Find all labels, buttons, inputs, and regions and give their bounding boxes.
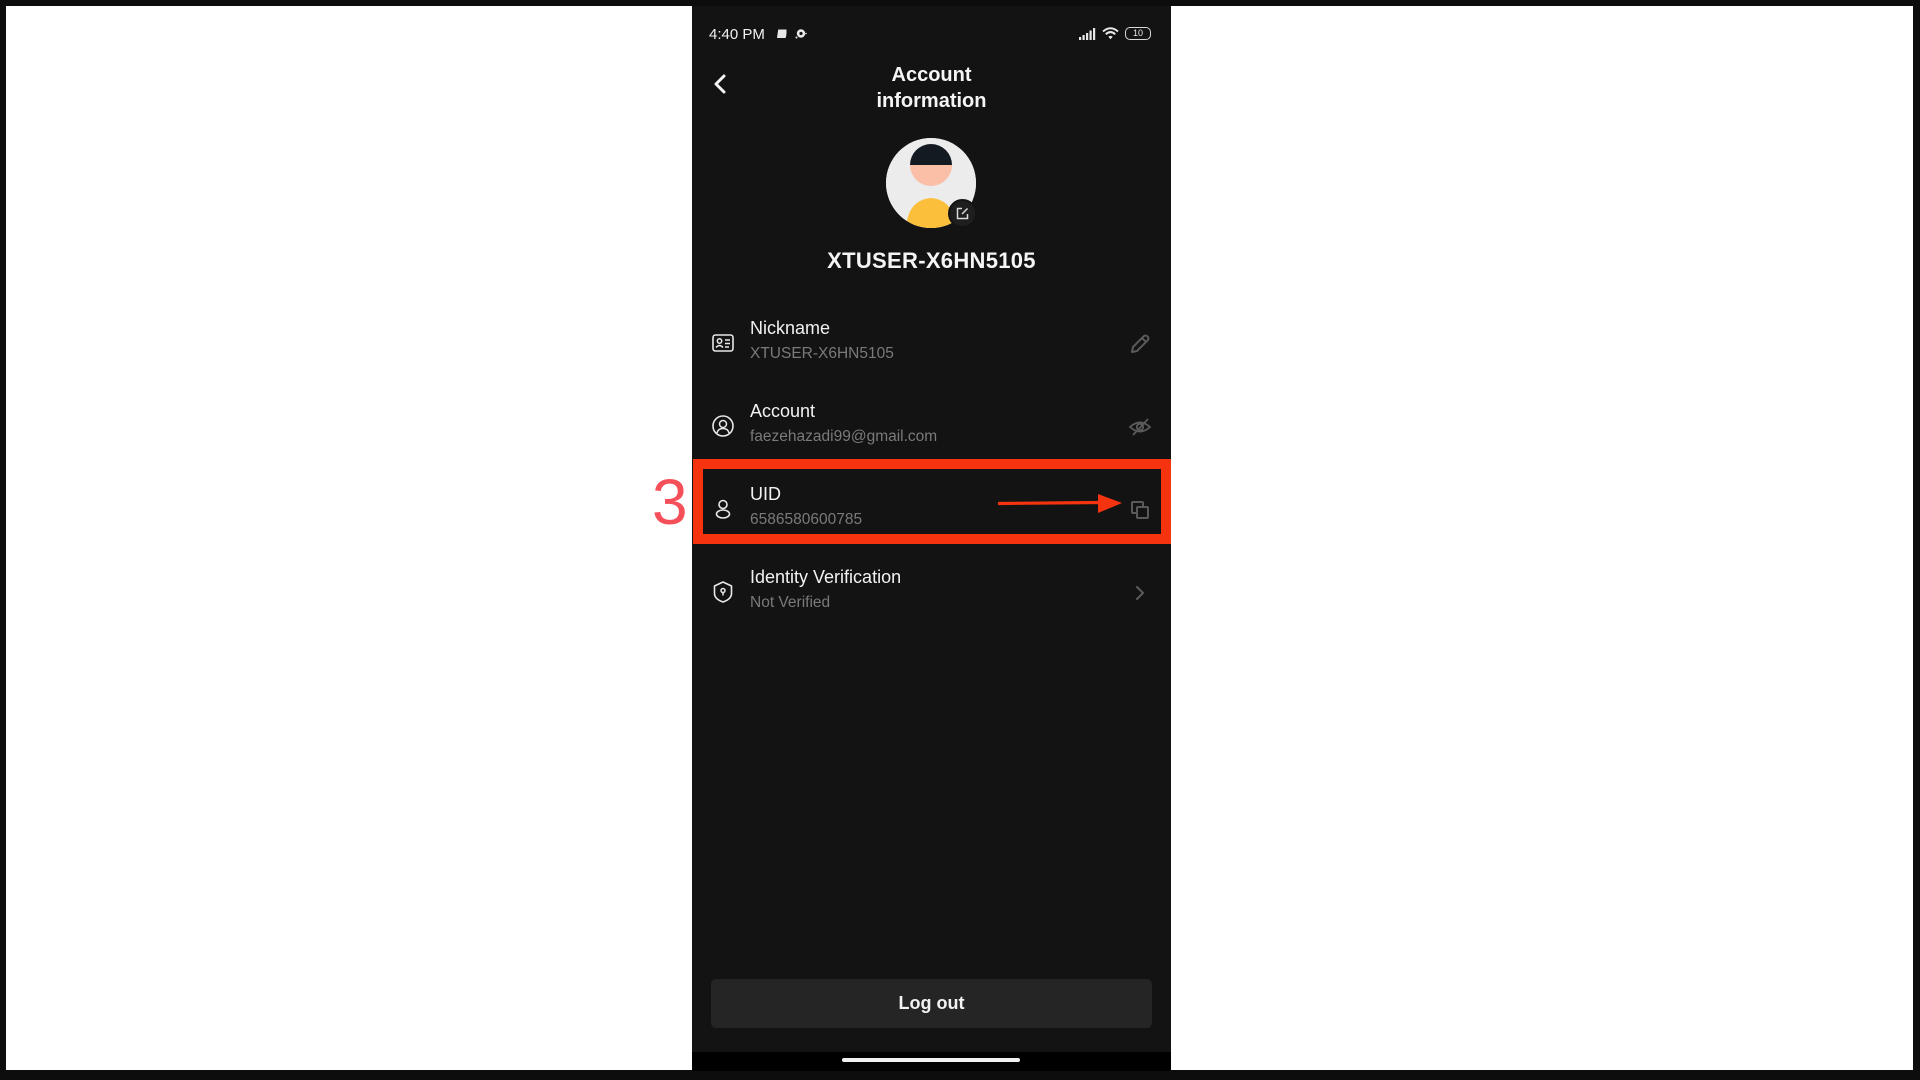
status-right-group: 10 (1079, 27, 1151, 40)
home-indicator[interactable] (842, 1058, 1020, 1062)
row-title: Identity Verification (750, 567, 902, 587)
row-identity-verification[interactable]: Identity Verification Not Verified (692, 554, 1171, 630)
eye-off-icon (1128, 418, 1152, 436)
row-title: Account (750, 401, 816, 421)
edit-icon (956, 207, 969, 220)
wifi-icon (1102, 27, 1119, 40)
shield-icon (713, 581, 733, 603)
annotation-step-number: 3 (652, 466, 688, 538)
row-value: faezehazadi99@gmail.com (750, 428, 938, 445)
pencil-icon (1131, 334, 1150, 353)
notification-app-icon (777, 28, 788, 38)
row-value: 6586580600785 (750, 511, 863, 528)
system-nav-bar (692, 1052, 1171, 1071)
avatar-edit-button[interactable] (948, 199, 977, 228)
identity-verification-chevron[interactable] (1127, 580, 1153, 606)
row-account[interactable]: Account faezehazadi99@gmail.com (692, 388, 1171, 464)
row-title: Nickname (750, 318, 831, 338)
annotation-arrow-icon (998, 494, 1122, 513)
phone-screen: 4:40 PM 10 Account information XTUSER-X6… (692, 6, 1171, 1071)
signal-icon (1079, 27, 1096, 40)
user-icon (715, 499, 731, 519)
toggle-visibility-button[interactable] (1127, 414, 1153, 440)
status-time: 4:40 PM (709, 26, 765, 43)
user-circle-icon (712, 415, 734, 437)
page-title: Account information (692, 62, 1171, 114)
page-title-text: Account information (876, 64, 987, 112)
chevron-right-icon (1136, 586, 1144, 600)
copy-icon (1131, 501, 1149, 519)
username: XTUSER-X6HN5105 (827, 248, 1036, 273)
status-bar: 4:40 PM 10 (692, 6, 1171, 62)
logout-button[interactable]: Log out (711, 979, 1152, 1028)
edit-nickname-button[interactable] (1127, 331, 1153, 357)
copy-uid-button[interactable] (1127, 497, 1153, 523)
battery-icon: 10 (1125, 27, 1151, 40)
row-value: XTUSER-X6HN5105 (750, 345, 894, 362)
row-nickname[interactable]: Nickname XTUSER-X6HN5105 (692, 305, 1171, 381)
row-title: UID (750, 484, 781, 504)
notification-chat-icon (795, 29, 807, 39)
row-value: Not Verified (750, 594, 831, 611)
id-card-icon (712, 334, 734, 352)
